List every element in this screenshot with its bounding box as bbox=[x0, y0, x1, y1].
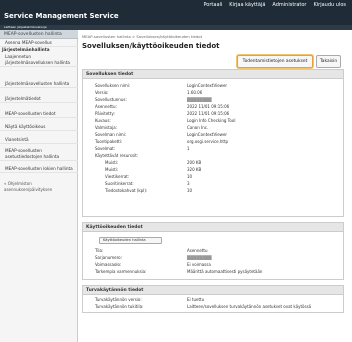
sidebar-item-license[interactable]: Näytä käyttöoikeus bbox=[0, 124, 78, 131]
app-info-value: 2022 11/01 09:15:06 bbox=[187, 104, 230, 109]
resource-value: 10 bbox=[187, 174, 193, 179]
back-button[interactable]: Takaisin bbox=[316, 55, 341, 68]
security-value: Ei tuettu bbox=[187, 297, 205, 302]
app-title: Service Management Service bbox=[4, 12, 119, 20]
app-info-value: org.osgi.service.http bbox=[187, 139, 229, 144]
user-role: Laitteen järjestelmänvalvoja bbox=[4, 25, 47, 29]
license-label: Tarkempia varmennuksia: bbox=[95, 269, 147, 274]
sidebar-item-extended-apps[interactable]: Laajennetun järjestelmäsovelluksen halli… bbox=[0, 54, 78, 67]
security-value: Laitteen/sovelluksen turvakäytännön aset… bbox=[187, 304, 312, 309]
security-label: Turvakäytännön tukitila: bbox=[95, 304, 144, 309]
user-link[interactable]: Kirjaa käyttäjä bbox=[229, 2, 265, 8]
resource-label: Muisti: bbox=[105, 167, 119, 172]
app-info-value: LoginContextViewer bbox=[187, 83, 228, 88]
license-value: ████████ bbox=[187, 255, 212, 260]
sidebar-item-troubleshoot[interactable]: Vianetsintä bbox=[0, 137, 78, 144]
security-label: Turvakäytännön versio: bbox=[95, 297, 142, 302]
portal-link[interactable]: Portaali bbox=[203, 2, 222, 8]
app-info-label: Valmistaja: bbox=[95, 125, 118, 130]
resource-value: 200 KB bbox=[187, 160, 202, 165]
top-links: Portaali Kirjaa käyttäjä Administrator K… bbox=[203, 2, 346, 8]
resource-label: Tiedostokahvat (kpl): bbox=[105, 188, 148, 193]
security-info-panel: Turvakäytännön tiedot Turvakäytännön ver… bbox=[82, 285, 344, 313]
license-value: Määrittä automaattisesti pysäytetään bbox=[187, 269, 263, 274]
app-info-label: Käytettävät resurssit: bbox=[95, 153, 139, 158]
sidebar-item-config-files[interactable]: MEAP-sovellusten asetustiedostojen halli… bbox=[0, 148, 78, 161]
license-label: Sarjanumero: bbox=[95, 255, 122, 260]
app-info-value: ████████ bbox=[187, 97, 212, 102]
sidebar-item-meap-info[interactable]: MEAP-sovellusten tiedot bbox=[0, 111, 78, 118]
resource-value: 10 bbox=[187, 188, 193, 193]
resource-label: Muisti: bbox=[105, 160, 119, 165]
sidebar-item-system-apps[interactable]: Järjestelmäsovellusten hallinta bbox=[0, 81, 78, 88]
sidebar-item-logs[interactable]: MEAP-sovellusten lokien hallinta bbox=[0, 166, 78, 173]
app-info-value: 1 bbox=[187, 146, 190, 151]
admin-link[interactable]: Administrator bbox=[272, 2, 306, 8]
sidebar-section-title: Järjestelmänhallinta bbox=[2, 47, 50, 52]
app-info-value: Canon Inc. bbox=[187, 125, 209, 130]
sidebar: MEAP-sovellusten hallinta Asenna MEAP-so… bbox=[0, 30, 78, 342]
app-info-label: Sovelman nimi: bbox=[95, 132, 127, 137]
license-label: Voimassaolo: bbox=[95, 262, 122, 267]
app-info-label: Sovelmat: bbox=[95, 146, 116, 151]
app-info-title: Sovelluksen tiedot bbox=[83, 70, 343, 79]
resource-label: Viestikerrat: bbox=[105, 174, 130, 179]
app-info-label: Asennettu: bbox=[95, 104, 117, 109]
app-info-panel: Sovelluksen tiedot Sovelluksen nimi: Log… bbox=[82, 69, 344, 217]
app-info-label: Sovellustunnus: bbox=[95, 97, 127, 102]
app-info-value: LoginContextViewer bbox=[187, 132, 228, 137]
license-manage-button[interactable]: Käyttöoikeuden hallinta bbox=[99, 237, 162, 244]
app-info-value: Login Info Checking Tool bbox=[187, 118, 236, 123]
page-title: Sovelluksen/käyttöoikeuden tiedot bbox=[82, 42, 220, 50]
license-label: Tila: bbox=[95, 248, 104, 253]
resource-label: Suoritinkerrat: bbox=[105, 181, 134, 186]
license-info-title: Käyttöoikeuden tiedot bbox=[83, 223, 343, 232]
app-info-label: Kuvaus: bbox=[95, 118, 111, 123]
sidebar-item-install[interactable]: Asenna MEAP-sovellus bbox=[0, 40, 78, 47]
app-info-label: Tuontipaketti: bbox=[95, 139, 123, 144]
sidebar-back-link[interactable]: « Ohjelmiston asennuksen/päivityksen bbox=[4, 181, 77, 193]
app-info-value: 2022 11/01 09:15:06 bbox=[187, 111, 230, 116]
resource-value: 3 bbox=[187, 181, 190, 186]
license-value: Asennettu bbox=[187, 248, 208, 253]
breadcrumb: MEAP-sovellusten hallinta > Sovelluksen/… bbox=[82, 34, 203, 39]
app-info-label: Sovelluksen nimi: bbox=[95, 83, 131, 88]
app-info-value: 1.60.06 bbox=[187, 90, 203, 95]
app-info-label: Päivitetty: bbox=[95, 111, 115, 116]
license-info-panel: Käyttöoikeuden tiedot Käyttöoikeuden hal… bbox=[82, 222, 344, 280]
top-bar: Service Management Service Portaali Kirj… bbox=[0, 0, 352, 25]
auth-settings-button[interactable]: Todentamistietojen asetukset bbox=[237, 55, 313, 68]
security-info-title: Turvakäytännön tiedot bbox=[83, 286, 343, 295]
license-value: Ei voimassa bbox=[187, 262, 211, 267]
resource-value: 320 KB bbox=[187, 167, 202, 172]
sidebar-item-system-info[interactable]: Järjestelmätiedot bbox=[0, 96, 78, 103]
sidebar-header[interactable]: MEAP-sovellusten hallinta bbox=[0, 30, 78, 39]
logout-link[interactable]: Kirjaudu ulos bbox=[314, 2, 347, 8]
app-info-label: Versio: bbox=[95, 90, 109, 95]
